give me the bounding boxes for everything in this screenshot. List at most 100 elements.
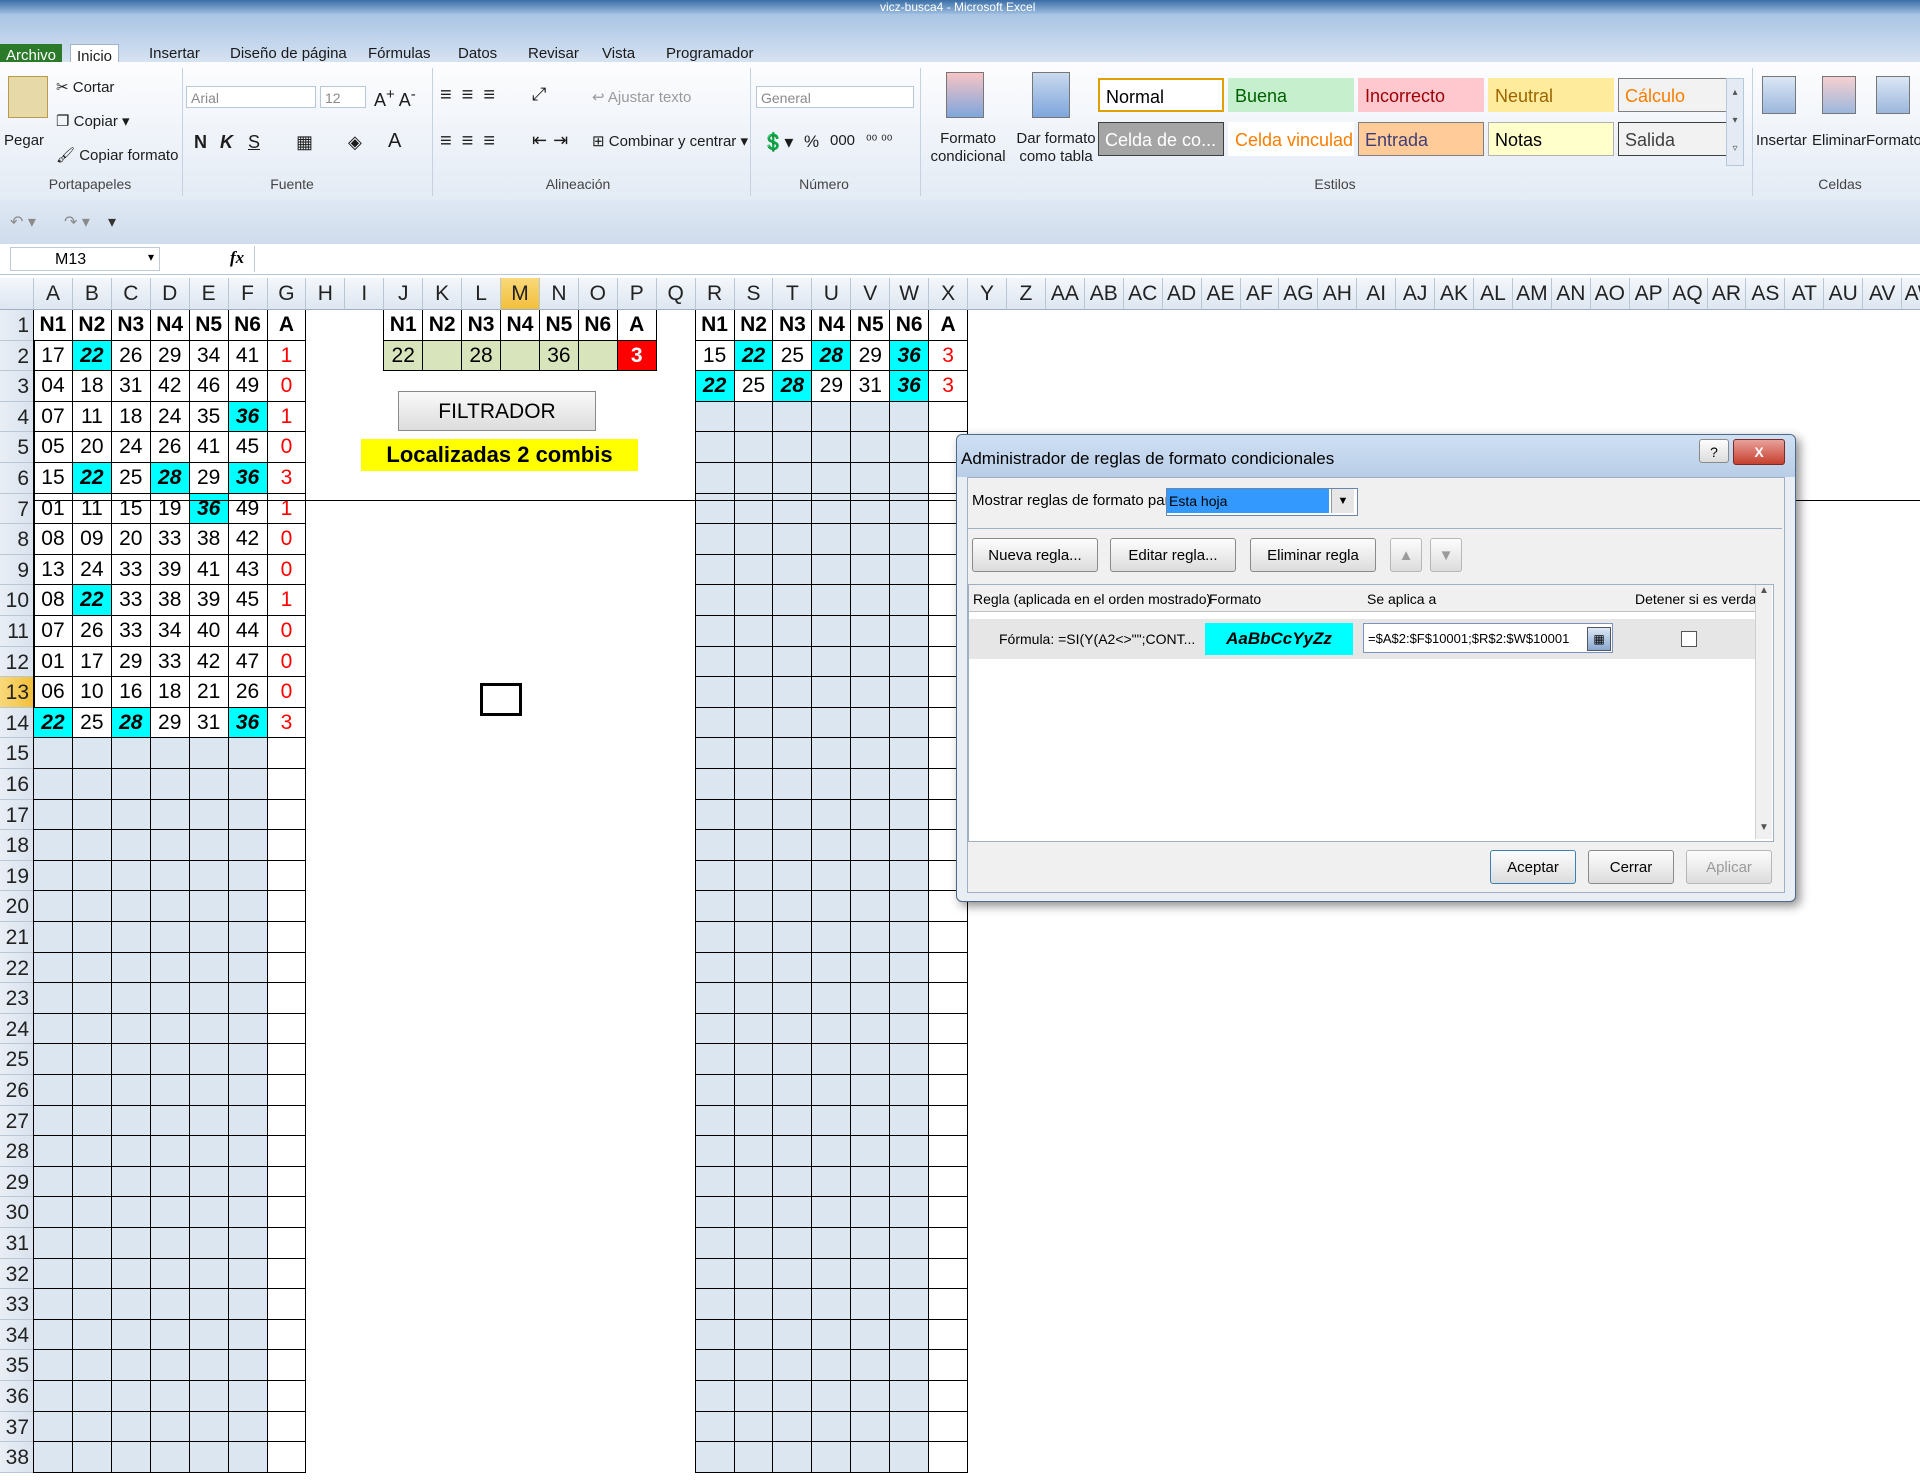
table-cell[interactable]: 36	[228, 707, 268, 739]
table-cell[interactable]	[851, 463, 891, 494]
column-header[interactable]: B	[72, 278, 112, 310]
table-cell[interactable]: 36	[228, 463, 268, 494]
table-cell[interactable]	[773, 952, 813, 984]
table-cell[interactable]: 42	[228, 524, 268, 555]
table-header[interactable]: N3	[773, 310, 813, 341]
table-cell[interactable]: 25	[773, 340, 813, 372]
table-cell[interactable]	[150, 1350, 190, 1381]
table-cell[interactable]	[734, 891, 774, 922]
row-header[interactable]: 15	[0, 738, 34, 769]
table-cell[interactable]	[72, 738, 112, 769]
table-cell[interactable]: 31	[189, 707, 229, 739]
row-header[interactable]: 4	[0, 401, 34, 433]
table-cell[interactable]	[851, 432, 891, 463]
filter-header[interactable]: N4	[501, 310, 540, 341]
table-cell[interactable]	[150, 1442, 190, 1473]
table-cell[interactable]: 29	[851, 340, 891, 372]
table-cell[interactable]: 05	[34, 432, 73, 463]
table-cell[interactable]	[929, 1044, 969, 1075]
table-cell[interactable]	[812, 738, 852, 769]
table-cell[interactable]: 18	[111, 401, 151, 433]
table-cell[interactable]: 22	[734, 340, 774, 372]
table-cell[interactable]: 26	[72, 616, 112, 647]
table-cell[interactable]	[773, 738, 813, 769]
table-cell[interactable]	[267, 1411, 307, 1443]
table-cell[interactable]	[72, 860, 112, 892]
orientation-icon[interactable]: ⤢	[532, 84, 546, 105]
table-cell[interactable]	[34, 1166, 73, 1198]
column-header[interactable]: N	[539, 278, 579, 310]
column-header[interactable]: AV	[1863, 278, 1903, 310]
table-cell[interactable]	[890, 463, 930, 494]
table-cell[interactable]	[890, 1258, 930, 1290]
table-cell[interactable]	[695, 554, 735, 586]
table-cell[interactable]	[773, 1258, 813, 1290]
table-cell[interactable]: 25	[72, 707, 112, 739]
table-cell[interactable]: 41	[228, 340, 268, 372]
table-cell[interactable]	[812, 1411, 852, 1443]
table-cell[interactable]	[111, 799, 151, 831]
table-cell[interactable]	[267, 830, 307, 861]
table-cell[interactable]	[773, 432, 813, 463]
table-cell[interactable]: 33	[150, 524, 190, 555]
row-header[interactable]: 35	[0, 1350, 34, 1381]
table-cell[interactable]	[228, 1136, 268, 1167]
table-cell[interactable]	[812, 1075, 852, 1106]
table-cell[interactable]	[929, 1411, 969, 1443]
table-cell[interactable]	[734, 1166, 774, 1198]
table-cell[interactable]	[890, 830, 930, 861]
cut-button[interactable]: ✂ Cortar	[56, 78, 114, 96]
table-cell[interactable]	[773, 830, 813, 861]
table-cell[interactable]	[734, 646, 774, 678]
filter-header[interactable]: N2	[423, 310, 463, 341]
table-cell[interactable]	[111, 1442, 151, 1473]
table-header[interactable]: N6	[228, 310, 268, 341]
table-cell[interactable]	[734, 1381, 774, 1412]
table-cell[interactable]: 39	[189, 585, 229, 616]
close-button[interactable]: Cerrar	[1588, 850, 1674, 884]
table-cell[interactable]	[890, 1442, 930, 1473]
row-header[interactable]: 32	[0, 1258, 34, 1290]
table-cell[interactable]	[72, 1289, 112, 1320]
table-cell[interactable]	[812, 646, 852, 678]
table-cell[interactable]	[890, 524, 930, 555]
rules-list-scrollbar[interactable]: ▲ ▼	[1755, 585, 1772, 839]
table-cell[interactable]: 22	[34, 707, 73, 739]
column-header[interactable]: AT	[1785, 278, 1825, 310]
table-cell[interactable]: 29	[150, 707, 190, 739]
table-cell[interactable]	[734, 432, 774, 463]
row-header[interactable]: 37	[0, 1411, 34, 1443]
bold-button[interactable]: N	[194, 132, 207, 153]
table-cell[interactable]: 29	[812, 371, 852, 402]
table-cell[interactable]: 17	[72, 646, 112, 678]
table-cell[interactable]: 31	[111, 371, 151, 402]
table-cell[interactable]	[72, 1411, 112, 1443]
table-cell[interactable]	[734, 585, 774, 616]
table-cell[interactable]	[34, 891, 73, 922]
table-cell[interactable]	[812, 493, 852, 525]
cell-style-2[interactable]: Incorrecto	[1358, 78, 1484, 112]
table-cell[interactable]	[72, 891, 112, 922]
table-cell[interactable]	[189, 1350, 229, 1381]
table-cell[interactable]	[929, 1228, 969, 1259]
table-cell[interactable]	[890, 1289, 930, 1320]
table-cell[interactable]	[267, 983, 307, 1014]
table-cell[interactable]	[267, 922, 307, 953]
name-box[interactable]: M13	[10, 247, 160, 271]
table-cell[interactable]: 38	[189, 524, 229, 555]
table-cell[interactable]	[34, 1197, 73, 1228]
column-header[interactable]: AC	[1123, 278, 1163, 310]
table-cell[interactable]	[929, 1075, 969, 1106]
table-cell[interactable]	[695, 799, 735, 831]
table-cell[interactable]	[267, 1350, 307, 1381]
table-cell[interactable]	[851, 1197, 891, 1228]
filter-header[interactable]: N6	[578, 310, 618, 341]
table-cell[interactable]: 46	[189, 371, 229, 402]
table-cell[interactable]	[734, 1411, 774, 1443]
table-cell[interactable]: 33	[111, 616, 151, 647]
table-cell[interactable]	[773, 554, 813, 586]
row-header[interactable]: 3	[0, 371, 34, 402]
row-header[interactable]: 21	[0, 922, 34, 953]
column-header[interactable]: W	[890, 278, 930, 310]
column-header[interactable]: AS	[1746, 278, 1786, 310]
